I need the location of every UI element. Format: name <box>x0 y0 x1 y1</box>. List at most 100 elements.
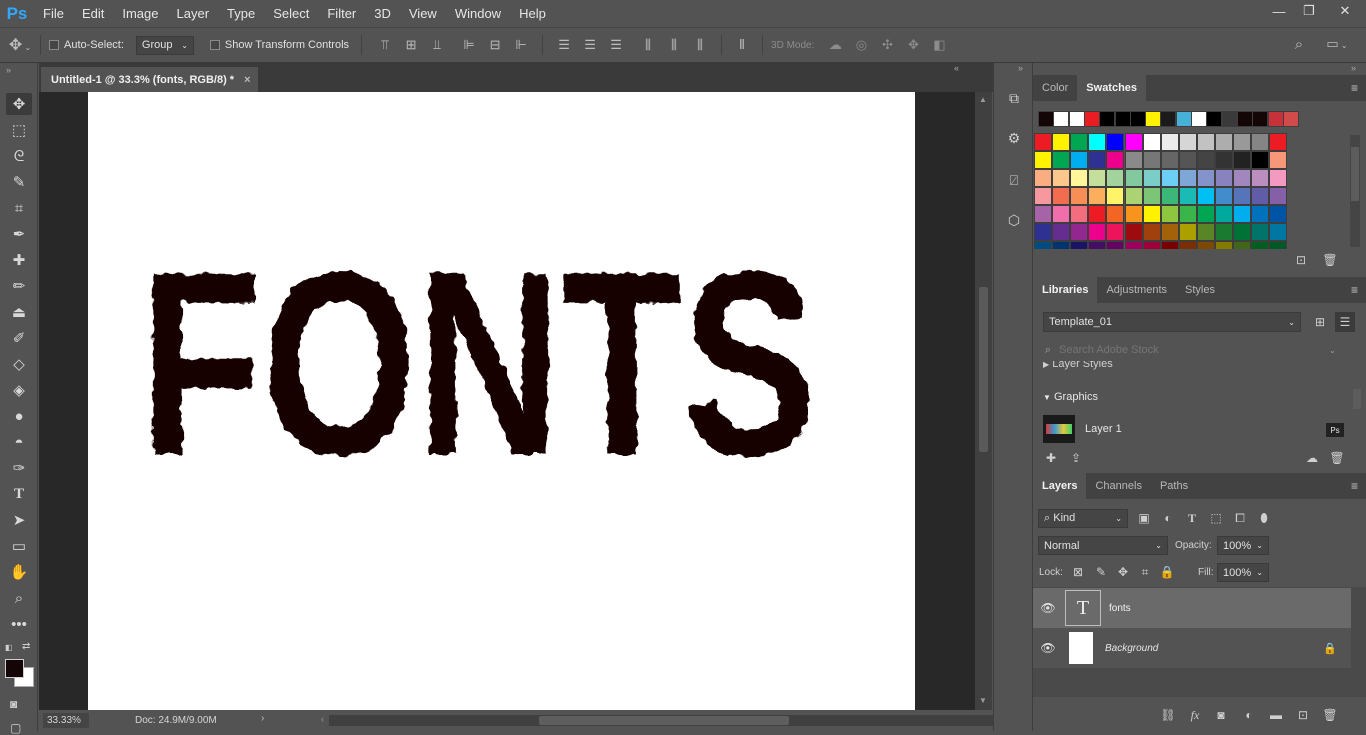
menu-filter[interactable]: Filter <box>318 0 365 27</box>
recent-swatch[interactable] <box>1206 111 1223 127</box>
swatch[interactable] <box>1034 151 1052 169</box>
swatch[interactable] <box>1088 151 1107 169</box>
swatch[interactable] <box>1160 241 1179 249</box>
menu-layer[interactable]: Layer <box>168 0 219 27</box>
swatch[interactable] <box>1124 223 1143 241</box>
blend-mode-dropdown[interactable]: Normal ⌄ <box>1038 536 1168 555</box>
swatch[interactable] <box>1160 169 1179 187</box>
filter-type-icon[interactable]: T <box>1182 509 1202 527</box>
swatch[interactable] <box>1196 169 1215 187</box>
swatch[interactable] <box>1178 205 1197 223</box>
swatch[interactable] <box>1215 187 1233 205</box>
swatch[interactable] <box>1269 241 1288 249</box>
eyedropper-tool-icon[interactable]: ✒ <box>6 223 32 245</box>
align-right-icon[interactable]: ⊩ <box>508 37 534 53</box>
swatch[interactable] <box>1124 133 1143 151</box>
sync-icon[interactable]: ☁ <box>1302 449 1322 467</box>
swatch[interactable] <box>1269 151 1288 169</box>
doc-size[interactable]: Doc: 24.9M/9.00M <box>135 715 217 726</box>
new-layer-icon[interactable]: ⊡ <box>1293 706 1313 724</box>
blur-tool-icon[interactable]: ● <box>6 405 32 427</box>
tab-styles[interactable]: Styles <box>1176 277 1224 303</box>
document-canvas[interactable]: FONTS <box>88 92 915 710</box>
swatch-scroll-thumb[interactable] <box>1351 147 1359 201</box>
swatch[interactable] <box>1251 241 1270 249</box>
lock-transparent-icon[interactable]: ⊠ <box>1068 563 1088 581</box>
swatch[interactable] <box>1070 241 1089 249</box>
collapse-arrows-icon[interactable]: « <box>954 63 959 73</box>
scroll-down-icon[interactable]: ▼ <box>979 696 987 705</box>
horizontal-scrollbar[interactable]: ‹ › <box>321 714 1009 726</box>
workspace-icon[interactable]: ▭ ⌄ <box>1322 36 1352 52</box>
swatch[interactable] <box>1178 187 1197 205</box>
recent-swatch[interactable] <box>1282 111 1299 127</box>
recent-swatch[interactable] <box>1160 111 1177 127</box>
tab-swatches[interactable]: Swatches <box>1077 75 1147 101</box>
swatch[interactable] <box>1215 241 1233 249</box>
zoom-level[interactable]: 33.33% <box>43 713 89 728</box>
swatch[interactable] <box>1269 205 1288 223</box>
swatch[interactable] <box>1196 187 1215 205</box>
swatch[interactable] <box>1233 241 1252 249</box>
tab-channels[interactable]: Channels <box>1086 473 1150 499</box>
swatch[interactable] <box>1034 241 1052 249</box>
distribute-vcenter-icon[interactable]: ☰ <box>577 37 603 53</box>
layer-row[interactable]: 👁 Background 🔒 <box>1033 628 1351 668</box>
layer-filter-dropdown[interactable]: ⌕ Kind ⌄ <box>1038 509 1128 528</box>
swatch[interactable] <box>1215 223 1233 241</box>
swatch[interactable] <box>1070 187 1089 205</box>
hand-tool-icon[interactable]: ✋ <box>6 561 32 583</box>
3d-roll-icon[interactable]: ◎ <box>848 37 874 53</box>
swatch[interactable] <box>1215 133 1233 151</box>
eraser-tool-icon[interactable]: ◇ <box>6 353 32 375</box>
character-panel-icon[interactable]: ⍁ <box>1003 169 1025 191</box>
align-vcenter-icon[interactable]: ⊞ <box>398 37 424 53</box>
new-group-icon[interactable]: ▬ <box>1266 706 1286 724</box>
layer-style-fx-icon[interactable]: fx <box>1185 706 1205 724</box>
swatch[interactable] <box>1160 205 1179 223</box>
swatch[interactable] <box>1142 133 1161 151</box>
swatch[interactable] <box>1269 169 1288 187</box>
tab-libraries[interactable]: Libraries <box>1033 277 1098 303</box>
filter-smart-object-icon[interactable]: ⧠ <box>1230 509 1250 527</box>
swatch[interactable] <box>1088 133 1107 151</box>
swatch[interactable] <box>1052 223 1071 241</box>
recent-swatch[interactable] <box>1236 111 1253 127</box>
layer-name[interactable]: fonts <box>1109 603 1131 614</box>
swatch[interactable] <box>1124 169 1143 187</box>
swatch[interactable] <box>1251 223 1270 241</box>
swatch[interactable] <box>1269 223 1288 241</box>
brush-tool-icon[interactable]: ✏ <box>6 275 32 297</box>
recent-swatch[interactable] <box>1068 111 1085 127</box>
menu-view[interactable]: View <box>400 0 446 27</box>
swatch[interactable] <box>1142 205 1161 223</box>
marquee-tool-icon[interactable]: ⬚ <box>6 119 32 141</box>
swatch[interactable] <box>1106 151 1125 169</box>
lock-position-icon[interactable]: ✥ <box>1113 563 1133 581</box>
align-bottom-icon[interactable]: ⫫ <box>424 37 450 53</box>
quick-mask-icon[interactable]: ◙ <box>10 697 17 711</box>
3d-slide-icon[interactable]: ✥ <box>900 37 926 53</box>
swatch[interactable] <box>1052 205 1071 223</box>
opacity-field[interactable]: 100% ⌄ <box>1217 536 1269 555</box>
swatch[interactable] <box>1070 133 1089 151</box>
restore-button[interactable]: ❐ <box>1294 0 1324 22</box>
swatch[interactable] <box>1269 133 1288 151</box>
distribute-left-icon[interactable]: ⫼ <box>635 37 661 53</box>
swatch[interactable] <box>1142 223 1161 241</box>
horizontal-scroll-thumb[interactable] <box>539 716 789 725</box>
recent-swatch[interactable] <box>1267 111 1284 127</box>
swatch[interactable] <box>1178 133 1197 151</box>
stock-search-input[interactable] <box>1059 344 1329 356</box>
swatch[interactable] <box>1088 169 1107 187</box>
swatch[interactable] <box>1142 169 1161 187</box>
tab-color[interactable]: Color <box>1033 75 1077 101</box>
move-tool-icon[interactable]: ✥ <box>6 93 32 115</box>
stock-search[interactable]: ⌕ ⌄ <box>1037 340 1357 360</box>
filter-toggle-icon[interactable]: ⬮ <box>1254 509 1274 527</box>
graphics-section[interactable]: ▼ Graphics <box>1043 391 1098 403</box>
swatch[interactable] <box>1178 151 1197 169</box>
pen-tool-icon[interactable]: ✑ <box>6 457 32 479</box>
swatch[interactable] <box>1052 241 1071 249</box>
foreground-color-swatch[interactable] <box>5 659 24 678</box>
